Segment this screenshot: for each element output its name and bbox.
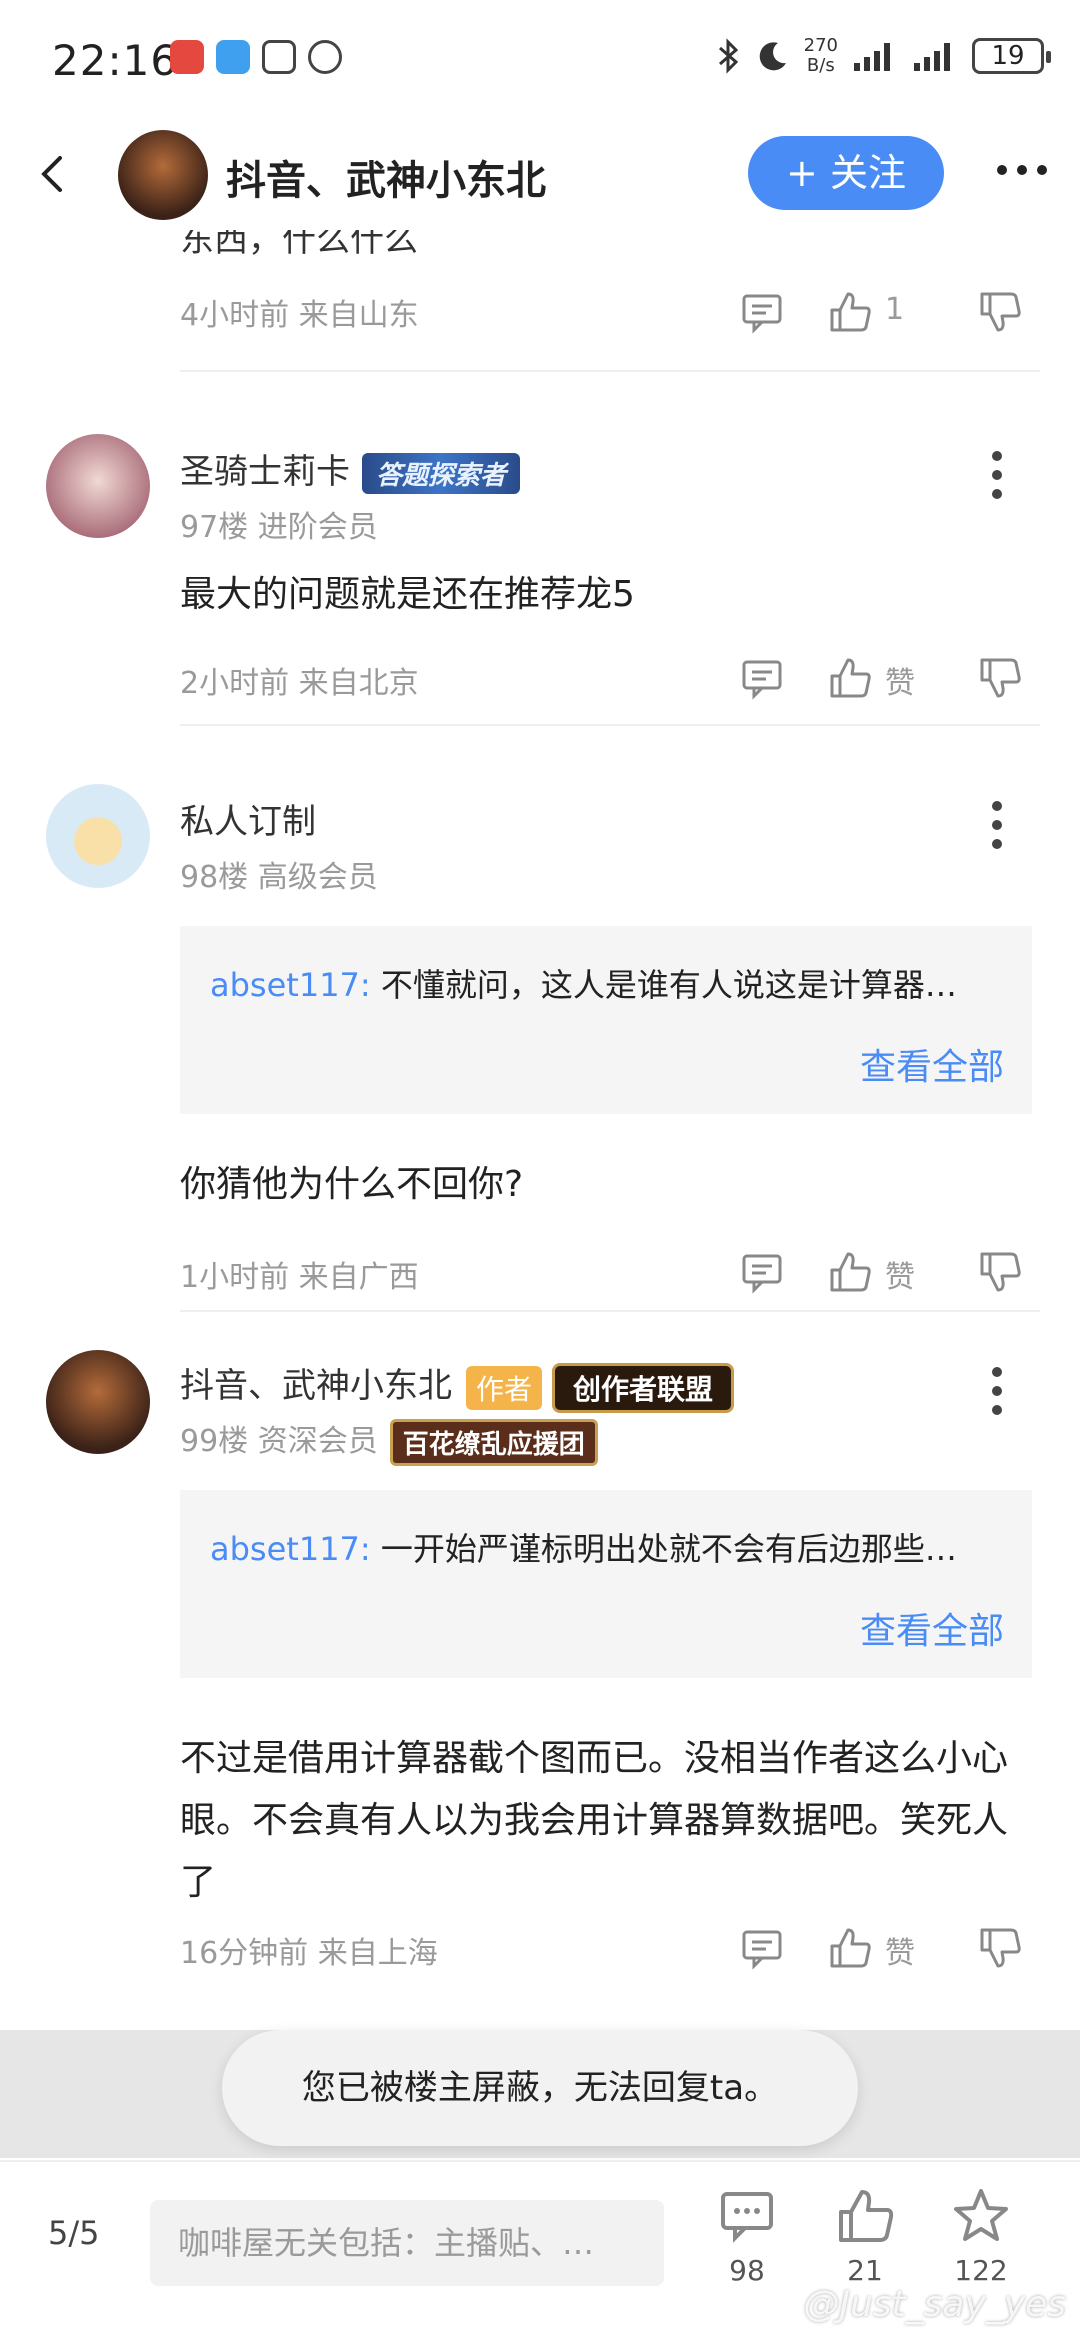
notification-icons xyxy=(170,40,342,74)
system-icons: 270 B/s 19 xyxy=(716,36,1051,76)
badge: 创作者联盟 xyxy=(552,1362,735,1413)
comment-actions: 赞 xyxy=(740,1926,1040,1976)
quote-text: abset117: 一开始严谨标明出处就不会有后边那些… xyxy=(210,1524,1010,1570)
quote-content: 一开始严谨标明出处就不会有后边那些… xyxy=(380,1530,957,1568)
comment-author[interactable]: 抖音、武神小东北 作者 创作者联盟 xyxy=(180,1358,735,1413)
comment-actions: 赞 xyxy=(740,656,1040,706)
quote-user[interactable]: abset117: xyxy=(210,1530,371,1568)
view-all-link[interactable]: 查看全部 xyxy=(860,1602,1004,1654)
thumbs-up-icon[interactable] xyxy=(828,1926,872,1970)
network-speed: 270 B/s xyxy=(804,36,838,76)
more-icon[interactable] xyxy=(990,1366,1004,1416)
toast-message: 您已被楼主屏蔽，无法回复ta。 xyxy=(222,2030,858,2146)
author-name[interactable]: 圣骑士莉卡 xyxy=(180,452,350,492)
comment-author[interactable]: 私人订制 xyxy=(180,794,316,843)
watermark: @Just_say_yes xyxy=(803,2284,1066,2325)
reply-icon[interactable] xyxy=(740,1250,784,1294)
comment-meta: 97楼 进阶会员 xyxy=(180,510,378,545)
more-icon[interactable] xyxy=(994,160,1050,180)
comment-time: 4小时前 来自山东 xyxy=(180,298,419,333)
quote-content: 不懂就问，这人是谁有人说这是计算器… xyxy=(380,966,957,1004)
reply-icon[interactable] xyxy=(740,290,784,334)
like-count: 1 xyxy=(885,292,905,327)
comment-text: 最大的问题就是还在推荐龙5 xyxy=(180,574,635,615)
comment-icon xyxy=(721,2192,773,2243)
comment-actions: 赞 xyxy=(740,1250,1040,1300)
quoted-reply[interactable]: abset117: 不懂就问，这人是谁有人说这是计算器… 查看全部 xyxy=(180,926,1032,1114)
avatar[interactable] xyxy=(118,130,208,220)
avatar[interactable] xyxy=(46,434,150,538)
thread-header: 抖音、武神小东北 + 关注 xyxy=(0,120,1080,230)
back-icon[interactable] xyxy=(30,150,78,198)
comment-list[interactable]: 东西，什么什么 4小时前 来自山东 1 圣骑士莉卡 答题探索者 97楼 进阶会员 … xyxy=(0,230,1080,2030)
message-notification-icon xyxy=(216,40,250,74)
page-title[interactable]: 抖音、武神小东北 xyxy=(226,148,546,206)
signal-icon-2 xyxy=(914,43,950,71)
comment-text: 你猜他为什么不回你? xyxy=(180,1164,524,1205)
star-icon xyxy=(954,2189,1008,2241)
thumbs-down-icon[interactable] xyxy=(978,290,1022,334)
reply-icon[interactable] xyxy=(740,656,784,700)
comment-time: 2小时前 来自北京 xyxy=(180,666,419,701)
reply-icon[interactable] xyxy=(740,1926,784,1970)
like-label[interactable]: 赞 xyxy=(885,1252,915,1296)
badge: 百花缭乱应援团 xyxy=(389,1419,598,1466)
like-label[interactable]: 赞 xyxy=(885,658,915,702)
thumbs-up-icon[interactable] xyxy=(828,290,872,334)
thumbs-down-icon[interactable] xyxy=(978,1250,1022,1294)
nfc-icon xyxy=(262,40,296,74)
quote-user[interactable]: abset117: xyxy=(210,966,371,1004)
divider xyxy=(180,1310,1040,1312)
page-indicator[interactable]: 5/5 xyxy=(48,2214,100,2252)
battery-icon: 19 xyxy=(972,38,1051,74)
thumbs-down-icon[interactable] xyxy=(978,1926,1022,1970)
like-label[interactable]: 赞 xyxy=(885,1928,915,1972)
quote-text: abset117: 不懂就问，这人是谁有人说这是计算器… xyxy=(210,960,1010,1006)
comment-text-partial: 东西，什么什么 xyxy=(180,230,418,260)
more-icon[interactable] xyxy=(990,800,1004,850)
quoted-reply[interactable]: abset117: 一开始严谨标明出处就不会有后边那些… 查看全部 xyxy=(180,1490,1032,1678)
net-speed-value: 270 xyxy=(803,35,838,56)
net-speed-unit: B/s xyxy=(806,55,835,76)
thumbs-up-icon[interactable] xyxy=(828,1250,872,1294)
follow-button[interactable]: + 关注 xyxy=(748,136,944,210)
avatar[interactable] xyxy=(46,784,150,888)
more-icon[interactable] xyxy=(990,450,1004,500)
comment-meta: 98楼 高级会员 xyxy=(180,860,378,895)
view-all-link[interactable]: 查看全部 xyxy=(860,1038,1004,1090)
status-bar: 22:16 270 B/s 19 xyxy=(0,0,1080,120)
app-notification-icon xyxy=(170,40,204,74)
bottom-bar: 5/5 咖啡屋无关包括：主播贴、… 98 21 122 @Just_say_ye… xyxy=(0,2160,1080,2331)
comment-time: 1小时前 来自广西 xyxy=(180,1260,419,1295)
star-count: 122 xyxy=(954,2254,1008,2287)
divider xyxy=(180,724,1040,726)
thumbs-down-icon[interactable] xyxy=(978,656,1022,700)
comments-button[interactable]: 98 xyxy=(702,2186,792,2287)
thumbs-up-icon[interactable] xyxy=(828,656,872,700)
favorite-button[interactable]: 122 xyxy=(936,2186,1026,2287)
battery-level: 19 xyxy=(991,41,1025,71)
moon-icon xyxy=(759,42,786,71)
comment-text: 不过是借用计算器截个图而已。没相当作者这么小心眼。不会真有人以为我会用计算器算数… xyxy=(180,1738,1009,1903)
comment-count: 98 xyxy=(729,2254,765,2287)
reply-input[interactable]: 咖啡屋无关包括：主播贴、… xyxy=(150,2200,664,2286)
badge: 答题探索者 xyxy=(362,453,521,494)
author-badge: 作者 xyxy=(466,1365,543,1410)
signal-icon xyxy=(854,43,890,71)
avatar[interactable] xyxy=(46,1350,150,1454)
comment-time: 16分钟前 来自上海 xyxy=(180,1936,438,1971)
bluetooth-icon xyxy=(718,38,738,74)
thumbs-up-icon xyxy=(839,2190,894,2242)
comment-meta: 99楼 资深会员 百花缭乱应援团 xyxy=(180,1416,598,1466)
like-count: 21 xyxy=(847,2254,883,2287)
comment-floor: 99楼 资深会员 xyxy=(180,1424,378,1459)
author-name[interactable]: 抖音、武神小东北 xyxy=(180,1366,452,1406)
like-button[interactable]: 21 xyxy=(820,2186,910,2287)
alarm-icon xyxy=(308,40,342,74)
status-time: 22:16 xyxy=(52,36,179,85)
divider xyxy=(180,370,1040,372)
comment-author[interactable]: 圣骑士莉卡 答题探索者 xyxy=(180,444,521,494)
comment-actions: 1 xyxy=(740,290,1040,340)
author-name[interactable]: 私人订制 xyxy=(180,802,316,842)
